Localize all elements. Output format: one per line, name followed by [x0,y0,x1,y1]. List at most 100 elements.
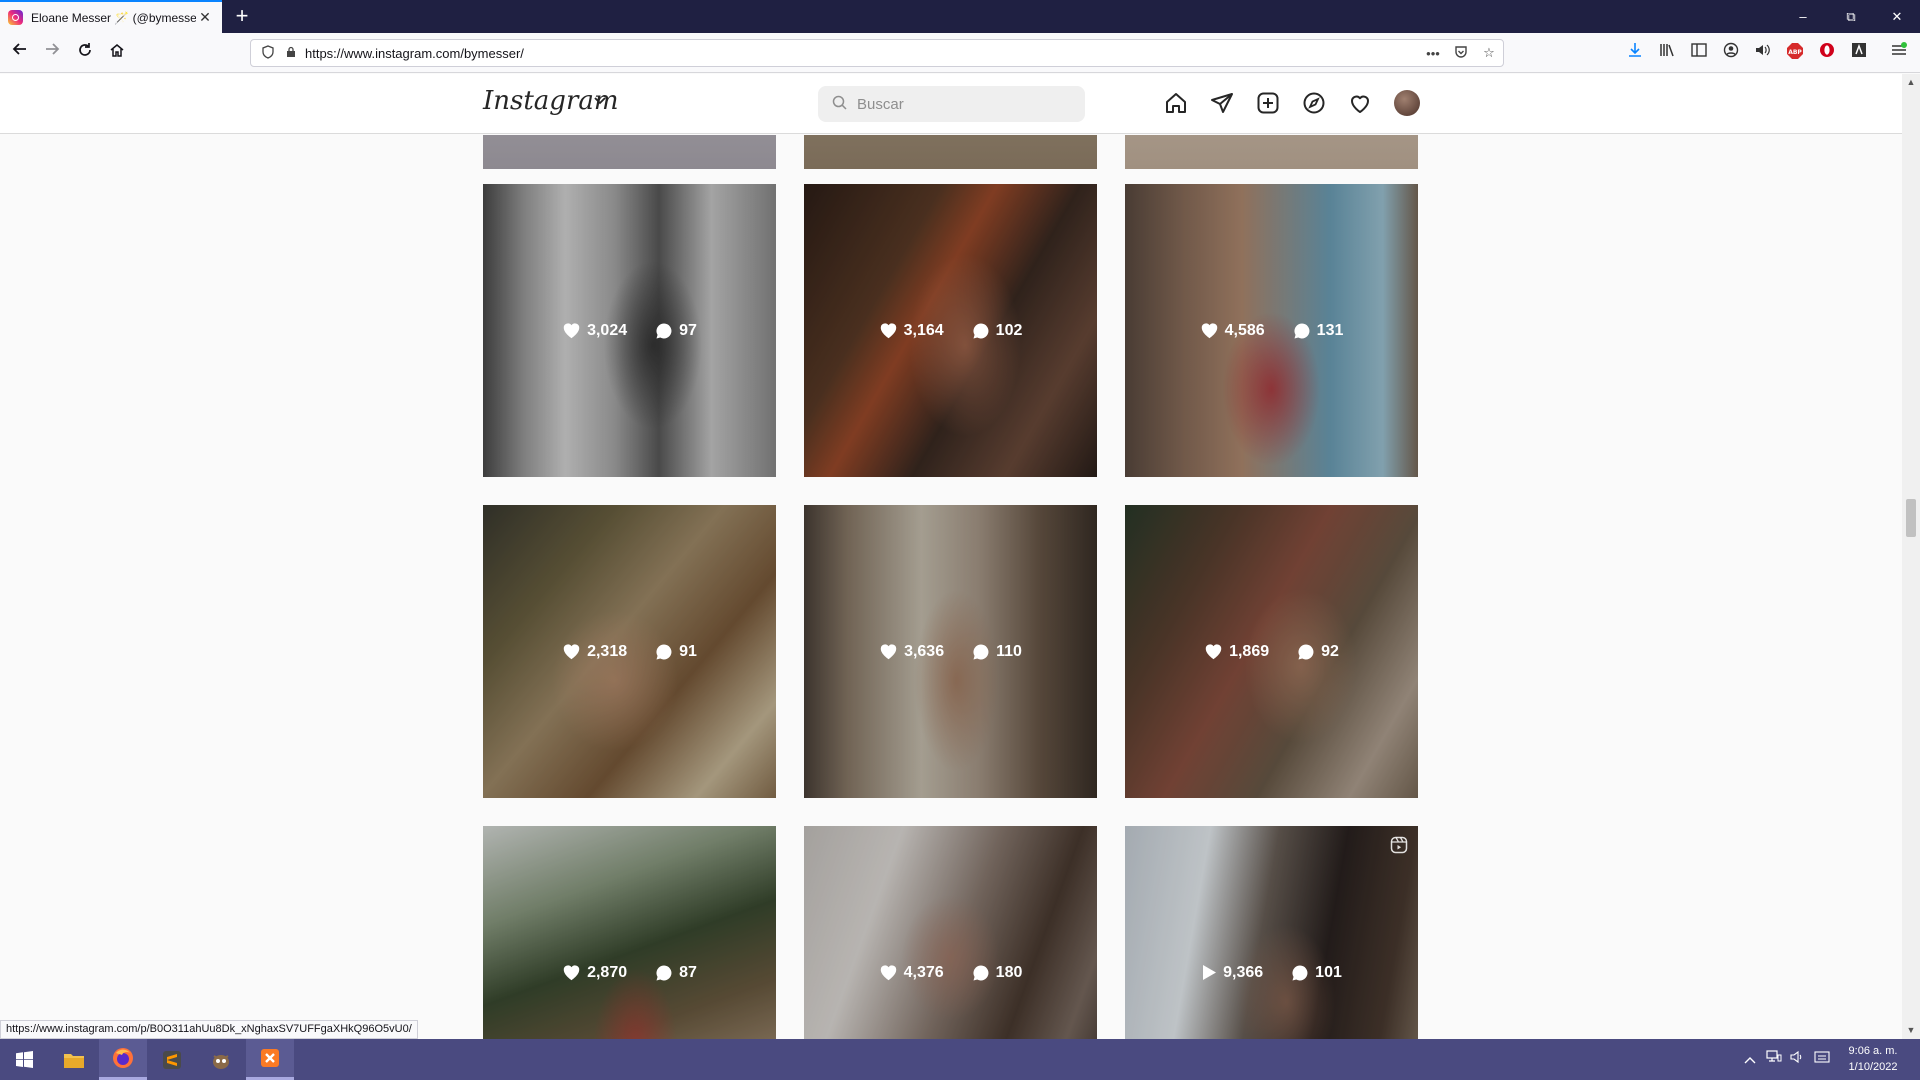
direct-icon[interactable] [1207,88,1237,118]
home-nav-icon[interactable] [1161,88,1191,118]
browser-tab-active[interactable]: Eloane Messer 🪄 (@bymesser) ✕ [0,0,222,33]
heart-icon [880,965,896,981]
keyboard-icon[interactable] [1814,1039,1830,1080]
bookmark-star-icon[interactable]: ☆ [1475,45,1503,61]
comments-count: 180 [995,963,1023,981]
back-icon[interactable] [6,39,34,67]
reload-icon[interactable] [71,39,99,67]
extension-icon[interactable] [1848,42,1870,64]
post-thumbnail[interactable]: 4,586 131 [1125,184,1418,477]
url-text[interactable]: https://www.instagram.com/bymesser/ [301,46,1419,61]
close-window-button[interactable]: ✕ [1874,0,1920,33]
download-icon[interactable] [1624,42,1646,64]
heart-icon [563,323,580,339]
post-thumbnail[interactable]: 3,636 110 [804,505,1097,798]
comments-stat: 131 [1293,321,1344,340]
profile-avatar[interactable] [1394,90,1420,116]
home-icon[interactable] [103,39,131,67]
page-actions-icon[interactable]: ••• [1419,46,1447,61]
tray-chevron-up-icon[interactable] [1744,1039,1756,1080]
likes-stat: 3,164 [879,322,944,340]
post-thumbnail-partial[interactable] [804,135,1097,169]
address-bar[interactable]: https://www.instagram.com/bymesser/ ••• … [250,39,1504,67]
comments-count: 131 [1316,321,1344,339]
new-post-icon[interactable] [1253,88,1283,118]
heart-icon [1201,323,1217,339]
sublime-text-icon[interactable] [148,1039,196,1080]
comment-icon [973,644,989,659]
likes-count: 4,376 [903,963,944,981]
clock-time: 9:06 a. m. [1848,1045,1898,1057]
chevron-down-icon[interactable] [594,92,606,108]
minimize-button[interactable]: – [1780,0,1826,33]
comments-stat: 110 [972,643,1022,661]
post-thumbnail-partial[interactable] [1125,135,1418,169]
post-stats: 4,376 180 [804,826,1097,1039]
new-tab-button[interactable]: + [228,3,256,31]
scroll-down-arrow-icon[interactable]: ▼ [1902,1022,1920,1039]
likes-stat: 2,318 [562,643,627,661]
forward-icon[interactable] [38,39,66,67]
search-input[interactable]: Buscar [818,86,1085,122]
activity-heart-icon[interactable] [1345,88,1375,118]
file-explorer-icon[interactable] [50,1039,98,1080]
network-icon[interactable] [1766,1039,1782,1080]
likes-stat: 2,870 [562,964,627,982]
comments-count: 97 [679,321,697,339]
post-thumbnail[interactable]: 4,376 180 [804,826,1097,1039]
opera-icon[interactable] [1816,42,1838,64]
post-stats: 1,869 92 [1125,505,1418,798]
xampp-icon[interactable] [246,1039,294,1080]
post-stats: 9,366 101 [1125,826,1418,1039]
comments-count: 92 [1321,642,1339,660]
post-thumbnail-reel[interactable]: 9,366 101 [1125,826,1418,1039]
comment-icon [656,323,672,338]
post-thumbnail-partial[interactable] [483,135,776,169]
post-thumbnail[interactable]: 2,318 91 [483,505,776,798]
page-scrollbar[interactable]: ▲ ▼ [1902,74,1920,1039]
comments-stat: 97 [655,322,697,340]
explore-icon[interactable] [1299,88,1329,118]
tab-title: Eloane Messer 🪄 (@bymesser) [31,10,196,25]
browser-nav-bar: https://www.instagram.com/bymesser/ ••• … [0,33,1920,73]
adblock-icon[interactable]: ABP [1784,42,1806,64]
comment-icon [1294,323,1310,338]
heart-icon [563,965,580,981]
post-stats: 3,024 97 [483,184,776,477]
post-thumbnail[interactable]: 3,024 97 [483,184,776,477]
account-icon[interactable] [1720,42,1742,64]
firefox-icon[interactable] [99,1039,147,1080]
volume-icon[interactable] [1790,1039,1806,1080]
comments-stat: 101 [1291,964,1342,982]
restore-button[interactable]: ⧉ [1828,0,1874,33]
likes-count: 2,870 [587,963,628,981]
clock-date: 1/10/2022 [1848,1061,1898,1073]
heart-icon [880,644,897,660]
comments-count: 102 [995,321,1023,339]
post-stats: 4,586 131 [1125,184,1418,477]
likes-stat: 4,376 [879,964,944,982]
scroll-up-arrow-icon[interactable]: ▲ [1902,74,1920,91]
post-stats: 2,870 87 [483,826,776,1039]
post-thumbnail[interactable]: 2,870 87 [483,826,776,1039]
system-clock[interactable]: 9:06 a. m. 1/10/2022 [1838,1043,1908,1075]
pocket-icon[interactable] [1447,45,1475,62]
windows-start-icon[interactable] [0,1039,48,1080]
post-thumbnail[interactable]: 3,164 102 [804,184,1097,477]
menu-icon[interactable] [1888,42,1910,64]
tracking-shield-icon[interactable] [255,44,281,62]
link-status-url: https://www.instagram.com/p/B0O311ahUu8D… [0,1020,418,1039]
tab-close-button[interactable]: ✕ [196,9,214,26]
browser-tab-bar: Eloane Messer 🪄 (@bymesser) ✕ + – ⧉ ✕ [0,0,1920,33]
library-icon[interactable] [1656,42,1678,64]
scroll-thumb[interactable] [1906,499,1916,537]
speaker-icon[interactable] [1752,42,1774,64]
likes-stat: 4,586 [1200,322,1265,340]
comments-stat: 180 [972,963,1023,982]
sidebar-icon[interactable] [1688,42,1710,64]
likes-count: 3,164 [903,321,944,339]
post-thumbnail[interactable]: 1,869 92 [1125,505,1418,798]
gimp-icon[interactable] [197,1039,245,1080]
lock-icon[interactable] [281,46,301,61]
play-icon [1203,965,1217,980]
